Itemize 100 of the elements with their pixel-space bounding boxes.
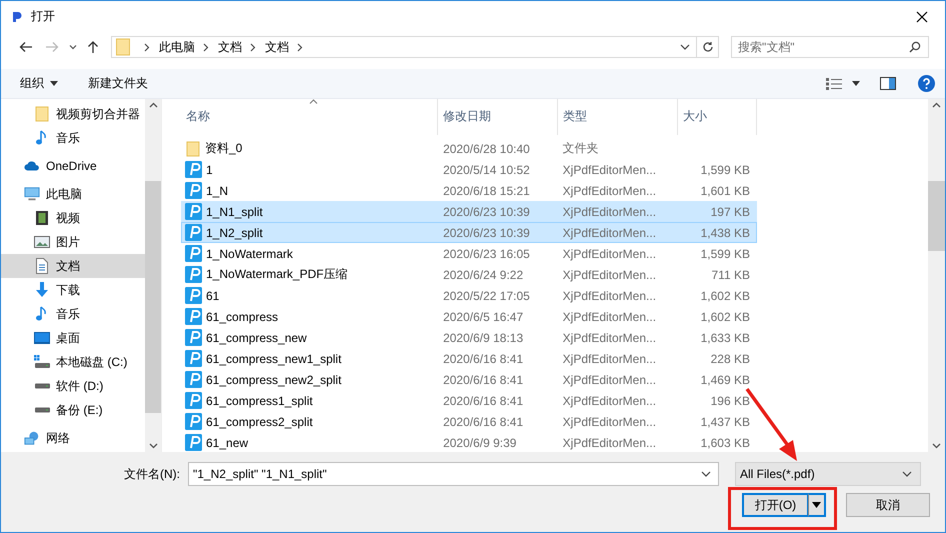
new-folder-button[interactable]: 新建文件夹 [81,71,155,96]
sidebar-item[interactable]: 视频剪切合并器 [1,102,145,126]
column-header[interactable]: 修改日期 [438,99,558,135]
search-field[interactable]: 搜索"文档" [731,36,929,58]
file-row[interactable]: 61_compress_new1_split 2020/6/16 8:41 XjPdfEditorMen... 228 KB [181,348,757,369]
up-icon[interactable] [87,40,99,54]
sidebar-item[interactable]: 音乐 [1,302,145,326]
sidebar-item[interactable]: 文档 [1,254,145,278]
file-name: 1_NoWatermark [206,246,293,260]
modified-date: 2020/6/9 9:39 [443,436,516,450]
file-name: 61 [206,288,220,302]
sidebar-item[interactable]: OneDrive [1,154,145,178]
file-size: 1,633 KB [700,330,750,344]
modified-date: 2020/6/16 8:41 [443,372,524,386]
file-row[interactable]: 61_compress1_split 2020/6/16 8:41 XjPdfEditorMen... 196 KB [181,390,757,411]
dropdown-caret-icon[interactable] [902,471,912,477]
caret-icon[interactable] [50,81,58,86]
file-icon [185,287,202,304]
search-icon[interactable] [909,41,921,53]
caret-icon[interactable] [852,81,860,86]
drive-icon [34,383,50,389]
sidebar-item[interactable]: 软件 (D:) [1,374,145,398]
file-size: 711 KB [712,268,750,282]
scrollbar-thumb[interactable] [928,181,945,251]
scroll-down-icon[interactable] [932,443,941,449]
modified-date: 2020/6/18 15:21 [443,184,530,198]
app-icon [11,10,23,22]
address-bar[interactable]: 此电脑 文档 文档 [111,36,697,58]
dropdown-caret-icon[interactable] [701,471,711,477]
column-header[interactable]: 大小 [678,99,757,135]
close-icon[interactable] [916,10,928,22]
scrollbar-thumb[interactable] [145,181,161,413]
chevron-icon[interactable] [144,42,150,52]
sidebar-item[interactable]: 视频 [1,206,145,230]
file-icon [185,413,202,430]
sidebar-item[interactable]: 备份 (E:) [1,398,145,422]
sidebar-item[interactable]: 本地磁盘 (C:) [1,350,145,374]
file-row[interactable]: 61 2020/5/22 17:05 XjPdfEditorMen... 1,602 KB [181,285,757,306]
modified-date: 2020/6/9 18:13 [443,330,524,344]
modified-date: 2020/6/23 10:39 [443,204,530,218]
back-icon[interactable] [19,41,33,53]
file-type: XjPdfEditorMen... [562,394,656,408]
scroll-down-icon[interactable] [148,443,158,449]
scroll-up-icon[interactable] [932,102,941,108]
file-name: 1_N2_split [206,226,263,240]
recent-caret-icon[interactable] [69,44,77,50]
file-icon [185,308,202,325]
file-icon [185,392,202,409]
caret-icon[interactable] [812,502,821,508]
sidebar-item[interactable]: 此电脑 [1,182,145,206]
breadcrumb[interactable]: 文档 [265,38,289,56]
dropdown-caret-icon[interactable] [680,44,690,50]
sidebar-item[interactable]: 网络 [1,426,145,450]
sidebar-item[interactable]: 音乐 [1,126,145,150]
file-row[interactable]: 1 2020/5/14 10:52 XjPdfEditorMen... 1,599 KB [181,159,757,180]
file-row[interactable]: 61_compress 2020/6/5 16:47 XjPdfEditorMen... 1,602 KB [181,306,757,327]
column-header[interactable]: 名称 [181,99,438,135]
chevron-icon[interactable] [250,42,256,52]
split-arrow-button[interactable] [808,493,826,517]
file-icon [185,161,202,178]
preview-pane-icon[interactable] [880,77,896,90]
folder-icon [34,106,50,122]
drive-icon [34,407,50,413]
cancel-button[interactable]: 取消 [846,493,930,517]
breadcrumb[interactable]: 文档 [218,38,242,56]
sidebar-item[interactable]: 图片 [1,230,145,254]
file-row[interactable]: 61_new 2020/6/9 9:39 XjPdfEditorMen... 1,603 KB [181,432,757,453]
organize-button[interactable]: 组织 [13,71,65,96]
chevron-icon[interactable] [297,42,303,52]
refresh-icon[interactable] [702,41,714,53]
file-row[interactable]: 61_compress_new 2020/6/9 18:13 XjPdfEditorMen... 1,633 KB [181,327,757,348]
file-row[interactable]: 61_compress_new2_split 2020/6/16 8:41 XjPdfEditorMen... 1,469 KB [181,369,757,390]
scroll-up-icon[interactable] [148,102,158,108]
column-header[interactable]: 类型 [558,99,678,135]
chevron-icon[interactable] [203,42,209,52]
file-name-label: 文件名(N): [123,466,181,482]
refresh-button[interactable] [697,36,719,58]
help-icon[interactable] [918,75,935,92]
file-name-field[interactable]: "1_N2_split" "1_N1_split" [188,462,719,486]
file-row[interactable]: 61_compress2_split 2020/6/16 8:41 XjPdfEditorMen... 1,437 KB [181,411,757,432]
file-row[interactable]: 1_NoWatermark 2020/6/23 16:05 XjPdfEditorMen... 1,599 KB [181,243,757,264]
file-name: 61_compress1_split [206,394,313,408]
sidebar-item[interactable]: 桌面 [1,326,145,350]
sidebar-item[interactable]: 下载 [1,278,145,302]
file-size: 197 KB [710,204,750,218]
file-row[interactable]: 1_NoWatermark_PDF压缩 2020/6/24 9:22 XjPdfEditorMen... 711 KB [181,264,757,285]
file-size: 1,602 KB [700,288,750,302]
view-options-icon[interactable] [826,78,842,90]
file-row[interactable]: 1_N1_split 2020/6/23 10:39 XjPdfEditorMen... 197 KB [181,201,757,222]
file-row[interactable]: 1_N 2020/6/18 15:21 XjPdfEditorMen... 1,601 KB [181,180,757,201]
file-row[interactable]: 资料_0 2020/6/28 10:40 文件夹 [181,138,757,159]
file-type: XjPdfEditorMen... [562,372,656,386]
open-button[interactable]: 打开(O) [742,493,808,517]
drive-icon [34,355,50,369]
breadcrumb[interactable]: 此电脑 [159,38,195,56]
file-row[interactable]: 1_N2_split 2020/6/23 10:39 XjPdfEditorMen... 1,438 KB [181,222,757,243]
file-type-dropdown[interactable]: All Files(*.pdf) [735,462,921,486]
file-icon [185,266,202,283]
file-name: 资料_0 [205,140,242,157]
file-type: XjPdfEditorMen... [562,436,656,450]
